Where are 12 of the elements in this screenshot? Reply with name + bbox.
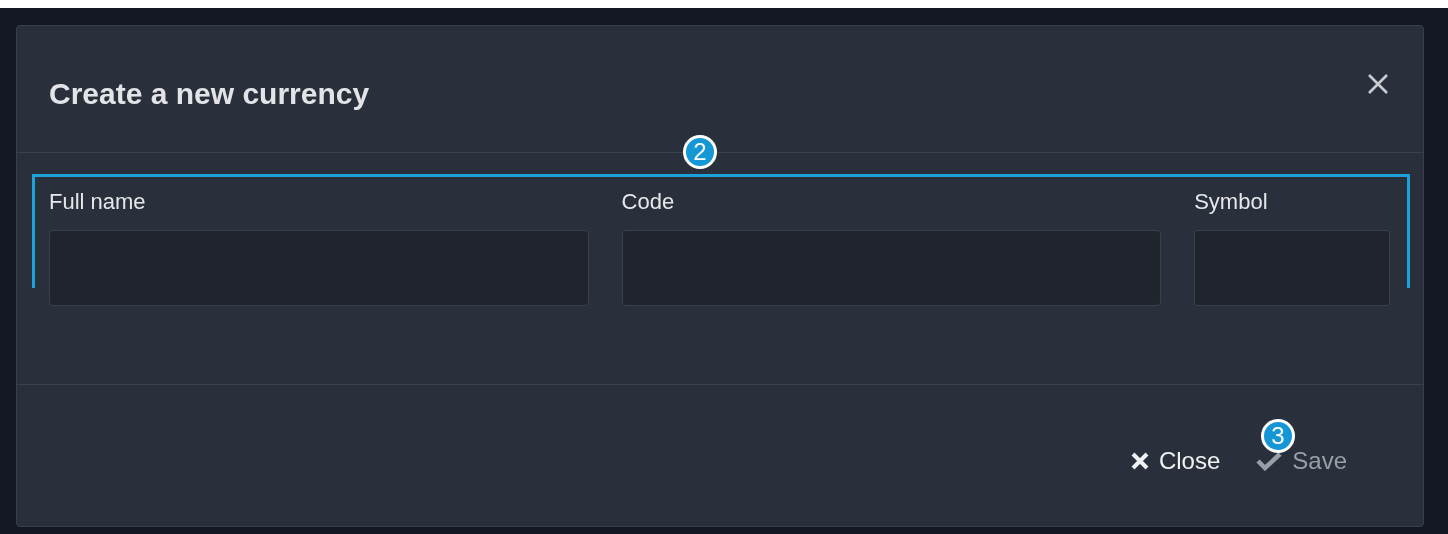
close-button[interactable]: Close <box>1124 442 1227 479</box>
checkmark-icon <box>1256 450 1283 471</box>
input-field[interactable] <box>621 230 1162 306</box>
close-icon <box>1130 451 1149 470</box>
callout-badge: 2 <box>683 135 717 169</box>
callout-badge: 3 <box>1260 418 1295 453</box>
field-label: Code <box>621 189 676 215</box>
field-label: Symbol <box>1194 189 1269 215</box>
field-label: Full name <box>49 189 147 215</box>
input-field[interactable] <box>49 230 589 306</box>
input-field[interactable] <box>1194 230 1390 306</box>
dialog-title: Create a new currency <box>49 76 370 111</box>
